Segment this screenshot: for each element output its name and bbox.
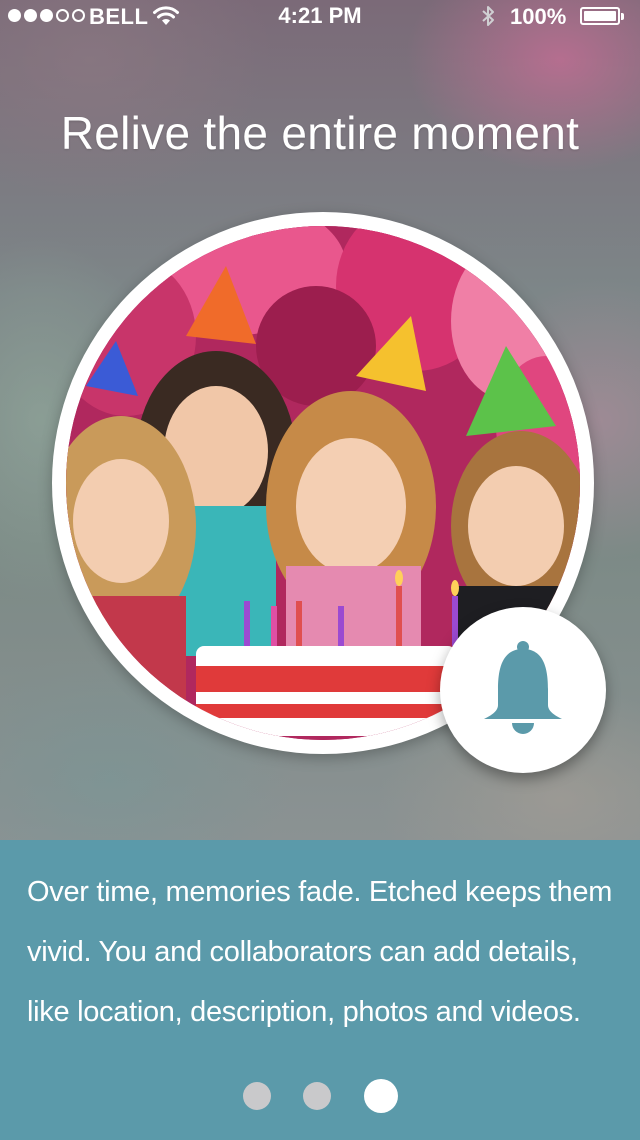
page-dot-1[interactable] [243, 1082, 271, 1110]
page-dot-3-active[interactable] [364, 1079, 398, 1113]
bluetooth-icon [482, 6, 494, 26]
bell-icon [484, 641, 562, 734]
onboarding-description: Over time, memories fade. Etched keeps t… [27, 876, 613, 1028]
status-bar: BELL 4:21 PM 100% [0, 0, 640, 34]
page-dot-2[interactable] [303, 1082, 331, 1110]
page-title: Relive the entire moment [60, 107, 580, 159]
battery-percent: 100% [510, 4, 567, 29]
battery-icon [580, 7, 624, 25]
reminder-badge [440, 607, 606, 773]
onboarding-screen: BELL 4:21 PM 100% Relive the entire mome… [0, 0, 640, 1140]
